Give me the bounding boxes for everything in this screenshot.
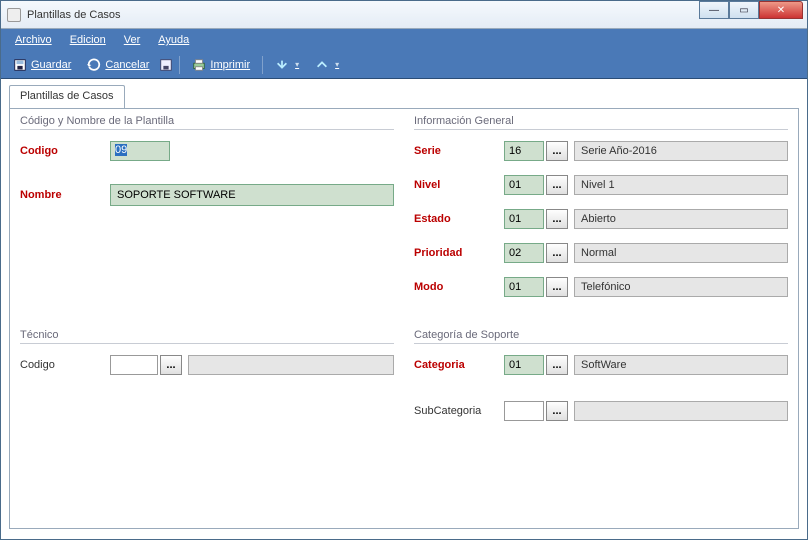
arrow-icon xyxy=(275,58,289,72)
content-area: Plantillas de Casos Código y Nombre de l… xyxy=(1,79,807,539)
close-button[interactable]: ✕ xyxy=(759,1,803,19)
serie-label: Serie xyxy=(414,145,504,157)
toolbar: Guardar Cancelar Imprimir ▾ xyxy=(1,51,807,79)
tab-panel: Código y Nombre de la Plantilla Codigo 0… xyxy=(9,108,799,529)
prioridad-display: Normal xyxy=(574,243,788,263)
app-window: Plantillas de Casos — ▭ ✕ Archivo Edicio… xyxy=(0,0,808,540)
disk-icon[interactable] xyxy=(159,58,173,72)
group-title: Información General xyxy=(414,115,788,130)
nivel-label: Nivel xyxy=(414,179,504,191)
menu-archivo[interactable]: Archivo xyxy=(7,32,60,48)
nombre-input[interactable] xyxy=(110,184,394,206)
group-title: Técnico xyxy=(20,329,394,344)
group-categoria: Categoría de Soporte Categoria ... SoftW… xyxy=(414,331,788,425)
subcategoria-code-input[interactable] xyxy=(504,401,544,421)
save-icon xyxy=(13,58,27,72)
tecnico-lookup-button[interactable]: ... xyxy=(160,355,182,375)
modo-lookup-button[interactable]: ... xyxy=(546,277,568,297)
save-button[interactable]: Guardar xyxy=(7,56,77,74)
codigo-value: 09 xyxy=(115,144,127,156)
serie-display: Serie Año-2016 xyxy=(574,141,788,161)
nombre-label: Nombre xyxy=(20,189,110,201)
categoria-lookup-button[interactable]: ... xyxy=(546,355,568,375)
print-label: Imprimir xyxy=(210,59,250,71)
estado-code-input[interactable] xyxy=(504,209,544,229)
cancel-icon xyxy=(87,58,101,72)
titlebar: Plantillas de Casos — ▭ ✕ xyxy=(1,1,807,29)
categoria-display: SoftWare xyxy=(574,355,788,375)
serie-code-input[interactable] xyxy=(504,141,544,161)
tecnico-display xyxy=(188,355,394,375)
cancel-button[interactable]: Cancelar xyxy=(81,56,155,74)
save-label: Guardar xyxy=(31,59,71,71)
chevron-down-icon: ▾ xyxy=(295,60,299,69)
menu-ayuda[interactable]: Ayuda xyxy=(150,32,197,48)
minimize-button[interactable]: — xyxy=(699,1,729,19)
codigo-input[interactable]: 09 xyxy=(110,141,170,161)
codigo-label: Codigo xyxy=(20,145,110,157)
arrow-icon-2 xyxy=(315,58,329,72)
group-tecnico: Técnico Codigo ... xyxy=(20,331,394,425)
prioridad-code-input[interactable] xyxy=(504,243,544,263)
group-title: Categoría de Soporte xyxy=(414,329,788,344)
subcategoria-label: SubCategoria xyxy=(414,405,504,417)
chevron-down-icon-2: ▾ xyxy=(335,60,339,69)
menu-edicion[interactable]: Edicion xyxy=(62,32,114,48)
subcategoria-display xyxy=(574,401,788,421)
nivel-lookup-button[interactable]: ... xyxy=(546,175,568,195)
nivel-code-input[interactable] xyxy=(504,175,544,195)
modo-label: Modo xyxy=(414,281,504,293)
print-icon xyxy=(192,58,206,72)
menubar: Archivo Edicion Ver Ayuda xyxy=(1,29,807,51)
estado-display: Abierto xyxy=(574,209,788,229)
serie-lookup-button[interactable]: ... xyxy=(546,141,568,161)
window-title: Plantillas de Casos xyxy=(27,9,121,21)
toolbar-separator-2 xyxy=(262,56,263,74)
group-info-general: Información General Serie ... Serie Año-… xyxy=(414,117,788,301)
tecnico-codigo-input[interactable] xyxy=(110,355,158,375)
subcategoria-lookup-button[interactable]: ... xyxy=(546,401,568,421)
categoria-code-input[interactable] xyxy=(504,355,544,375)
prioridad-lookup-button[interactable]: ... xyxy=(546,243,568,263)
estado-lookup-button[interactable]: ... xyxy=(546,209,568,229)
categoria-label: Categoria xyxy=(414,359,504,371)
modo-display: Telefónico xyxy=(574,277,788,297)
group-title: Código y Nombre de la Plantilla xyxy=(20,115,394,130)
tab-plantillas[interactable]: Plantillas de Casos xyxy=(9,85,125,109)
print-button[interactable]: Imprimir xyxy=(186,56,256,74)
nav-dropdown[interactable]: ▾ xyxy=(269,56,305,74)
menu-ver[interactable]: Ver xyxy=(116,32,149,48)
group-codigo-nombre: Código y Nombre de la Plantilla Codigo 0… xyxy=(20,117,394,301)
toolbar-separator xyxy=(179,56,180,74)
cancel-label: Cancelar xyxy=(105,59,149,71)
app-icon xyxy=(7,8,21,22)
nivel-display: Nivel 1 xyxy=(574,175,788,195)
tabstrip: Plantillas de Casos xyxy=(9,85,799,109)
prioridad-label: Prioridad xyxy=(414,247,504,259)
maximize-button[interactable]: ▭ xyxy=(729,1,759,19)
window-controls: — ▭ ✕ xyxy=(699,1,807,28)
estado-label: Estado xyxy=(414,213,504,225)
nav-dropdown-2[interactable]: ▾ xyxy=(309,56,345,74)
tecnico-codigo-label: Codigo xyxy=(20,359,110,371)
modo-code-input[interactable] xyxy=(504,277,544,297)
